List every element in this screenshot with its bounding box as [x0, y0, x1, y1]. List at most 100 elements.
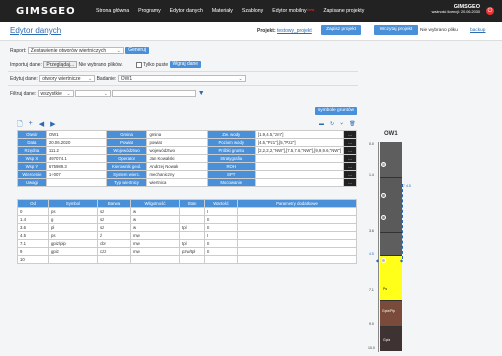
edit-select[interactable]: otwory wiertnicze ⌄	[39, 75, 96, 82]
info-value[interactable]: wiertnica	[146, 178, 208, 187]
backup-link[interactable]: backup	[470, 28, 485, 33]
nav-programs[interactable]: Programy	[138, 8, 161, 14]
load-data-button[interactable]: Wgraj dane	[169, 61, 202, 68]
table-row[interactable]: 4.5 ps ż mw I	[17, 231, 357, 240]
edit-button[interactable]: ...	[343, 170, 357, 179]
table-cell[interactable]: II	[204, 215, 238, 224]
project-name[interactable]: testowy_projekt	[277, 28, 312, 34]
table-cell[interactable]	[48, 255, 98, 264]
table-cell[interactable]: pzw/tpl	[179, 247, 205, 256]
info-value[interactable]: województwo	[146, 146, 208, 155]
table-cell[interactable]: 4.5	[17, 231, 49, 240]
table-cell[interactable]: tpl	[179, 223, 205, 232]
edit-button[interactable]: ...	[343, 162, 357, 171]
filter-text-input[interactable]	[112, 90, 197, 98]
nav-templates[interactable]: Szablony	[242, 8, 263, 14]
table-cell[interactable]: mw	[130, 247, 180, 256]
edit-button[interactable]: ...	[343, 130, 357, 139]
info-value[interactable]: [1.9,4.5,"zm"]	[254, 130, 345, 139]
table-cell[interactable]: 1.4	[17, 215, 49, 224]
table-cell[interactable]: tpl	[179, 239, 205, 248]
filter-select[interactable]: wszystkie ⌄	[37, 90, 74, 98]
table-cell[interactable]: czz	[97, 247, 131, 256]
info-value[interactable]: gmina	[146, 130, 208, 139]
table-cell[interactable]: sz	[97, 207, 131, 216]
nav-home[interactable]: Strona główna	[96, 8, 129, 14]
table-cell[interactable]: gpiz/pip	[48, 239, 98, 248]
study-select[interactable]: OW1 ⌄	[117, 75, 246, 82]
table-row[interactable]: 10	[17, 255, 357, 264]
table-cell[interactable]: ps	[48, 231, 98, 240]
edit-button[interactable]: ...	[343, 154, 357, 163]
info-value[interactable]: Jan Kowalski	[146, 154, 208, 163]
nav-saved-projects[interactable]: Zapisane projekty	[323, 8, 364, 14]
edit-button[interactable]: ...	[343, 146, 357, 155]
folder-icon[interactable]: ▬	[319, 121, 324, 127]
table-cell[interactable]: w	[130, 215, 180, 224]
info-value[interactable]: [2,2,2,2,"NW"],[7.5,7.6,"NW"],[9,9,9.6,"…	[254, 146, 345, 155]
table-cell[interactable]: II	[204, 239, 238, 248]
table-cell[interactable]: 10	[17, 255, 49, 264]
nav-materials[interactable]: Materiały	[212, 8, 233, 14]
edit-button[interactable]: ...	[343, 138, 357, 147]
table-cell[interactable]: 7.1	[17, 239, 49, 248]
info-value[interactable]: [4.5,"Pz1"],[5,"Pz2"]	[254, 138, 345, 147]
table-cell[interactable]	[204, 255, 238, 264]
table-cell[interactable]: I	[204, 231, 238, 240]
load-project-button[interactable]: Wczytaj projekt	[374, 25, 418, 35]
table-cell[interactable]: w	[130, 223, 180, 232]
only-empty-checkbox[interactable]	[135, 61, 142, 68]
save-project-button[interactable]: Zapisz projekt	[321, 25, 361, 35]
table-cell[interactable]: II	[204, 247, 238, 256]
table-row[interactable]: 0 ps sz w I	[17, 207, 357, 216]
table-cell[interactable]: I	[204, 207, 238, 216]
info-value[interactable]	[254, 154, 345, 163]
table-cell[interactable]	[97, 255, 131, 264]
logo[interactable]: GIMSGEO	[16, 6, 76, 17]
fork-icon[interactable]: ⑂	[340, 121, 343, 127]
table-cell[interactable]: ż	[97, 231, 131, 240]
filter-select-2[interactable]: ⌄	[74, 90, 111, 98]
filter-icon[interactable]: ▼	[198, 90, 205, 97]
table-cell[interactable]: mw	[130, 231, 180, 240]
table-cell[interactable]: ps	[48, 207, 98, 216]
table-row[interactable]: 9 gpiz czz mw pzw/tpl II	[17, 247, 357, 256]
table-row[interactable]: 3.6 pl sz w tpl II	[17, 223, 357, 232]
table-row[interactable]: 7.1 gpiz/pip cbr mw tpl II	[17, 239, 357, 248]
table-cell[interactable]: g	[48, 215, 98, 224]
table-cell[interactable]	[237, 207, 357, 216]
info-value[interactable]	[45, 178, 107, 187]
table-cell[interactable]: w	[130, 207, 180, 216]
refresh-icon[interactable]: ↻	[330, 121, 334, 127]
report-select[interactable]: Zestawienie otworów wiertniczych ⌄	[27, 47, 124, 54]
table-cell[interactable]	[237, 223, 357, 232]
table-cell[interactable]: sz	[97, 223, 131, 232]
info-value[interactable]	[254, 178, 345, 187]
table-cell[interactable]	[179, 207, 205, 216]
table-cell[interactable]	[237, 215, 357, 224]
nav-mobile-editor[interactable]: Edytor mobilnybeta	[272, 8, 314, 14]
table-cell[interactable]	[179, 215, 205, 224]
info-value[interactable]: 1÷007	[45, 170, 107, 179]
table-cell[interactable]: sz	[97, 215, 131, 224]
table-cell[interactable]: gpiz	[48, 247, 98, 256]
nav-data-editor[interactable]: Edytor danych	[170, 8, 203, 14]
info-value[interactable]: 20.06.2020	[45, 138, 107, 147]
table-cell[interactable]: 3.6	[17, 223, 49, 232]
table-cell[interactable]	[237, 239, 357, 248]
table-cell[interactable]: pl	[48, 223, 98, 232]
info-value[interactable]	[254, 170, 345, 179]
generate-button[interactable]: Generuj	[125, 47, 149, 54]
table-cell[interactable]: 0	[17, 207, 49, 216]
info-value[interactable]: 675989.3	[45, 162, 107, 171]
table-cell[interactable]: 9	[17, 247, 49, 256]
info-value[interactable]: Andrzej Nowak	[146, 162, 208, 171]
info-value[interactable]: 497074.1	[45, 154, 107, 163]
info-value[interactable]: powiat	[146, 138, 208, 147]
table-cell[interactable]	[130, 255, 180, 264]
table-cell[interactable]	[179, 255, 205, 264]
info-value[interactable]: mechaniczny	[146, 170, 208, 179]
table-cell[interactable]	[179, 231, 205, 240]
delete-icon[interactable]: 🗑	[349, 121, 355, 127]
table-cell[interactable]: mw	[130, 239, 180, 248]
